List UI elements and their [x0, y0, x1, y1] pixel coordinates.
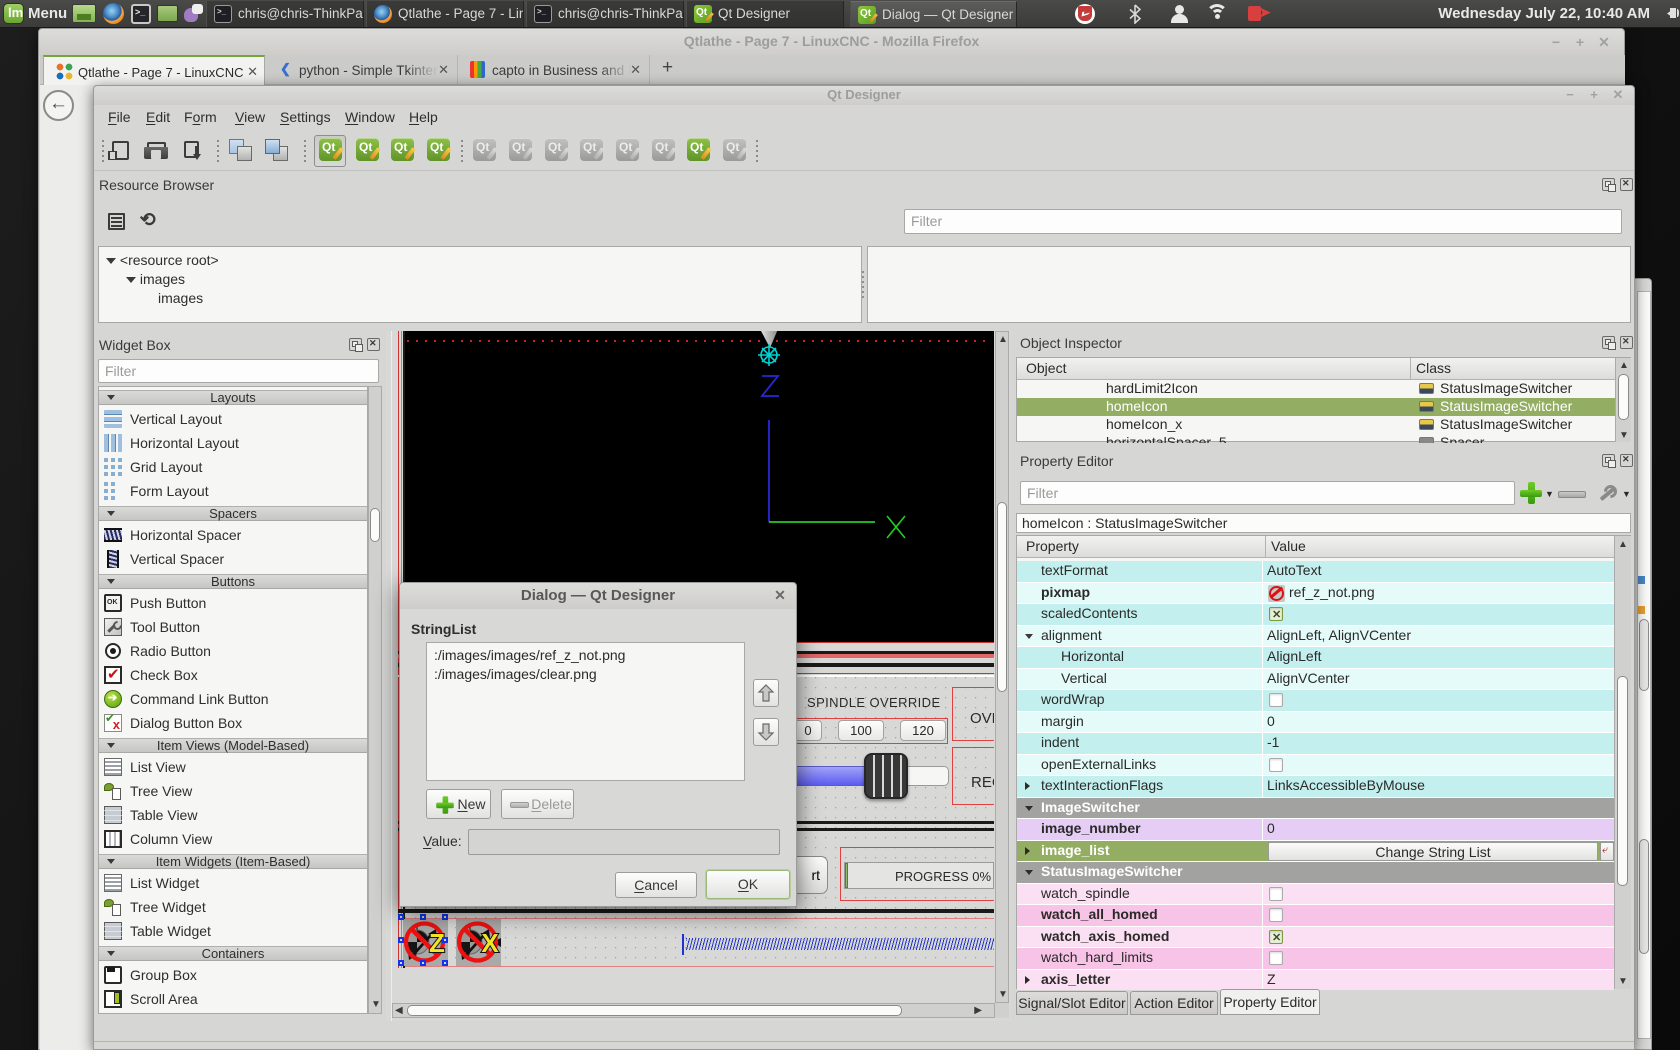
- svg-text:X: X: [481, 928, 499, 958]
- svg-text:Z: Z: [429, 928, 445, 958]
